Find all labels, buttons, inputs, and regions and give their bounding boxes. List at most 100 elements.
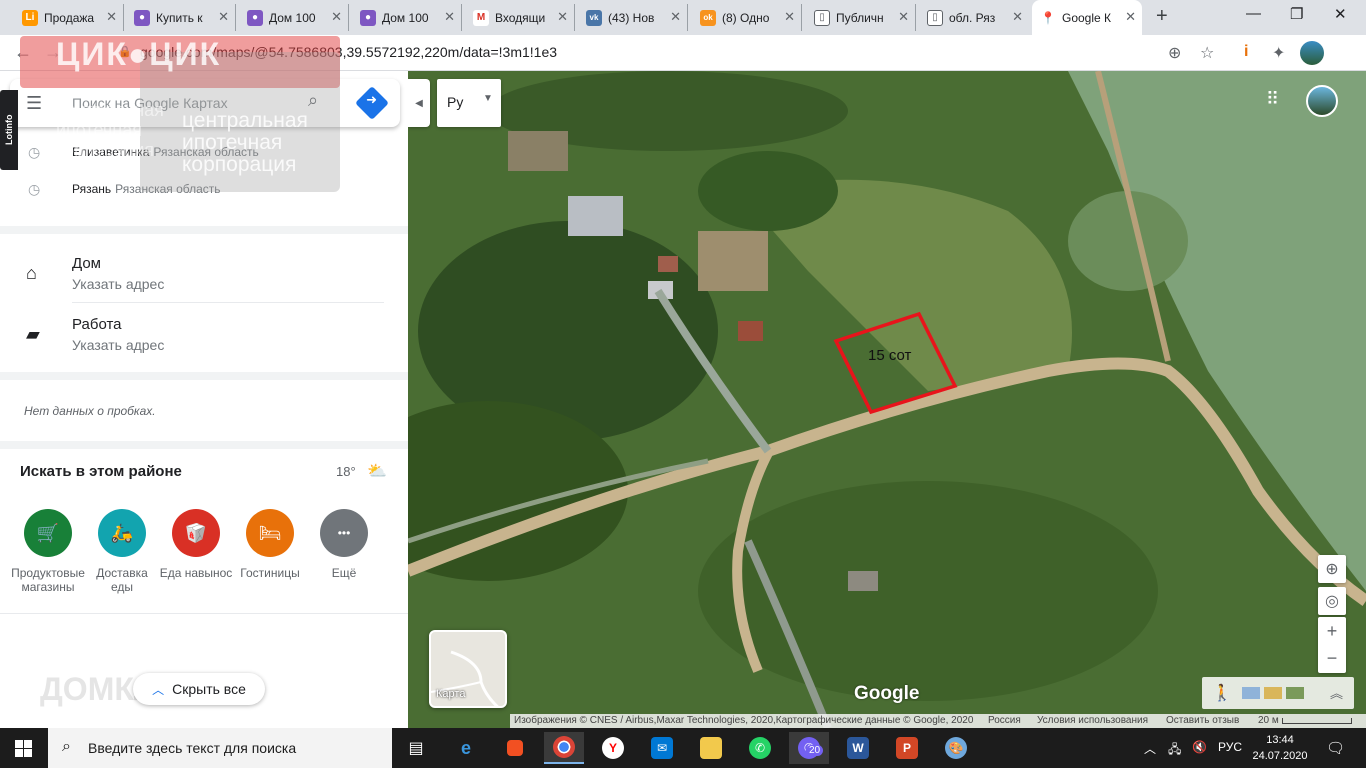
place-title: Работа [72,316,122,333]
close-icon[interactable]: ✕ [557,9,568,25]
zoom-in-button[interactable]: + [1318,617,1346,645]
language-button[interactable]: Ру ▼ [437,79,501,127]
category-takeout[interactable]: 🥡 Еда навынос [159,509,233,580]
terms-link[interactable]: Условия использования [1037,715,1148,726]
watermark-text: центральная ипотечная корпорация [56,100,164,160]
browser-tab[interactable]: M Входящи ✕ [465,4,575,31]
system-clock[interactable]: 13:44 24.07.2020 [1252,732,1308,764]
bookmark-star-icon[interactable]: ☆ [1200,43,1214,63]
close-icon[interactable]: ✕ [898,9,909,25]
close-icon[interactable]: ✕ [1012,9,1023,25]
category-label: Еда навынос [159,566,233,580]
restore-button[interactable]: ❐ [1290,5,1303,23]
close-window-button[interactable]: ✕ [1334,5,1347,23]
store-icon[interactable] [495,732,535,764]
category-groceries[interactable]: 🛒 Продуктовые магазины [11,509,85,594]
scooter-icon: 🛵 [98,509,146,557]
chevron-up-icon[interactable]: ︿ [1144,740,1156,757]
minimize-button[interactable]: — [1246,5,1261,22]
globe-icon[interactable]: ⊕ [1318,555,1346,583]
directions-button[interactable]: ➜ [355,86,389,120]
multicolor-dots-icon: ● [247,9,263,26]
close-icon[interactable]: ✕ [1125,9,1136,25]
clock-time: 13:44 [1266,734,1294,746]
saved-place-home[interactable]: ⌂ Дом Указать адрес [0,243,408,303]
satellite-imagery [408,71,1366,728]
new-tab-button[interactable]: + [1156,5,1168,28]
category-hotels[interactable]: 🛏 Гостиницы [233,509,307,580]
edge-icon[interactable]: e [446,732,486,764]
home-icon: ⌂ [26,263,37,283]
photo-thumb[interactable] [1286,687,1304,699]
close-icon[interactable]: ✕ [670,9,681,25]
apps-grid-icon[interactable]: ⠿ [1266,89,1279,110]
layer-label: Карта [436,688,466,700]
map-layer-toggle[interactable]: Карта [429,630,507,708]
close-icon[interactable]: ✕ [331,9,342,25]
saved-place-work[interactable]: ▰ Работа Указать адрес [0,304,408,364]
photo-thumb[interactable] [1264,687,1282,699]
satellite-map[interactable]: ◀ Ру ▼ ⠿ 15 сот ⊕ ◎ + − Карта Google 🚶 ︽… [408,71,1366,728]
browser-tab[interactable]: ▯ обл. Ряз ✕ [919,4,1029,31]
collapse-all-button[interactable]: ︿ Скрыть все [133,673,265,705]
paint-icon[interactable]: 🎨 [936,732,976,764]
windows-taskbar: ⌕ Введите здесь текст для поиска ▤ e Y ✉… [0,728,1366,768]
windows-start-icon[interactable] [15,740,32,757]
viber-badge: 20 [806,745,824,756]
temperature: 18° [336,464,356,479]
category-label: Продуктовые магазины [11,566,85,594]
input-language[interactable]: РУС [1218,740,1242,754]
mail-icon[interactable]: ✉ [642,732,682,764]
account-avatar[interactable] [1306,85,1338,117]
network-icon[interactable]: 🖧 [1168,740,1181,761]
add-location-icon[interactable]: ⊕ [1168,43,1181,63]
photo-thumb[interactable] [1242,687,1260,699]
country-link[interactable]: Россия [988,715,1021,726]
area-search-title: Искать в этом районе [20,463,182,480]
document-icon: ▯ [927,9,943,26]
browser-tab[interactable]: vk (43) Нов ✕ [578,4,688,31]
extension-info-icon[interactable]: i [1244,43,1248,61]
my-location-icon[interactable]: ◎ [1318,587,1346,615]
taskbar-search[interactable]: ⌕ Введите здесь текст для поиска [48,728,392,768]
browser-tab[interactable]: Li Продажа ✕ [14,4,124,31]
category-more[interactable]: ••• Ещё [307,509,381,580]
notification-center-icon[interactable]: 🗨 [1326,739,1345,757]
browser-tab-bar: Li Продажа ✕ ● Купить к ✕ ● Дом 100 ✕ ● … [0,0,1366,35]
browser-tab[interactable]: ● Дом 100 ✕ [352,4,462,31]
pegman-icon[interactable]: 🚶 [1212,683,1232,703]
scale-bar [1282,718,1352,724]
word-icon[interactable]: W [838,732,878,764]
tab-title: Публичн [836,10,884,25]
zoom-out-button[interactable]: − [1318,645,1346,673]
taskbar-search-text: Введите здесь текст для поиска [88,740,297,756]
chrome-icon[interactable] [544,732,584,764]
clock-icon: ◷ [28,180,41,197]
hamburger-menu-icon[interactable]: ☰ [26,93,42,114]
collapse-panel-button[interactable]: ◀ [408,79,430,127]
profile-avatar[interactable] [1300,41,1324,65]
close-icon[interactable]: ✕ [106,9,117,25]
lotinfo-extension-tab[interactable]: Lotinfo [0,90,18,170]
browser-tab[interactable]: ● Купить к ✕ [126,4,236,31]
bed-icon: 🛏 [246,509,294,557]
close-icon[interactable]: ✕ [444,9,455,25]
ok-icon: ok [700,9,716,26]
file-explorer-icon[interactable] [691,732,731,764]
category-delivery[interactable]: 🛵 Доставка еды [85,509,159,594]
task-view-icon[interactable]: ▤ [396,732,436,764]
browser-tab[interactable]: ▯ Публичн ✕ [806,4,916,31]
browser-tab[interactable]: ● Дом 100 ✕ [239,4,349,31]
browser-tab[interactable]: ok (8) Одно ✕ [692,4,802,31]
expand-chevron-icon[interactable]: ︽ [1330,683,1343,702]
category-label: Ещё [331,566,357,580]
browser-tab-active[interactable]: 📍 Google К ✕ [1032,0,1142,35]
whatsapp-icon[interactable]: ✆ [740,732,780,764]
close-icon[interactable]: ✕ [784,9,795,25]
powerpoint-icon[interactable]: P [887,732,927,764]
yandex-browser-icon[interactable]: Y [593,732,633,764]
feedback-link[interactable]: Оставить отзыв [1166,715,1239,726]
volume-muted-icon[interactable]: 🔇 [1192,740,1207,754]
close-icon[interactable]: ✕ [218,9,229,25]
extensions-puzzle-icon[interactable]: ✦ [1272,43,1285,63]
